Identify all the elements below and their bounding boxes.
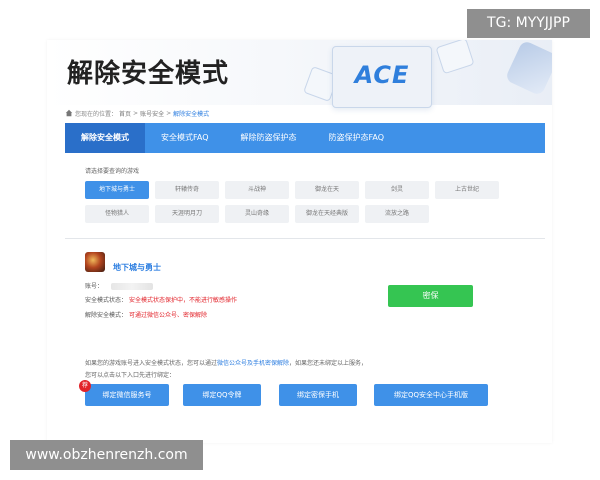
safe-mode-status-label: 安全模式状态：	[85, 297, 128, 304]
game-option-dnf[interactable]: 地下城与勇士	[85, 181, 149, 199]
bind-notice-line-2: 您可以点击以下入口先进行绑定：	[85, 372, 176, 379]
section-divider	[65, 238, 545, 239]
unlock-method-label: 解除安全模式：	[85, 312, 128, 319]
breadcrumb-section-link[interactable]: 账号安全	[140, 109, 164, 118]
decorative-tile	[435, 40, 475, 75]
mibao-unlock-button[interactable]: 密保	[388, 285, 473, 307]
bind-qq-app-button[interactable]: 绑定QQ安全中心手机版	[374, 384, 488, 406]
safe-mode-status-value: 安全模式状态保护中，不能进行敏感操作	[128, 297, 237, 304]
breadcrumb: 您现在的位置： 首页 > 账号安全 > 解除安全模式	[65, 106, 209, 120]
breadcrumb-prefix: 您现在的位置：	[75, 110, 118, 118]
unlock-method-row: 解除安全模式： 可通过微信公众号、密保解除	[85, 310, 207, 319]
game-option[interactable]: 灵山奇缘	[225, 205, 289, 223]
game-option[interactable]: 御龙在天	[295, 181, 359, 199]
tab-unlock-safe-mode[interactable]: 解除安全模式	[65, 123, 145, 153]
game-option[interactable]: 怪物猎人	[85, 205, 149, 223]
notice-highlight-link[interactable]: 微信公众号及手机密保解除	[217, 360, 289, 367]
page-header: 解除安全模式 ACE	[47, 40, 552, 108]
account-label: 账号：	[85, 283, 104, 290]
game-option[interactable]: 流放之路	[365, 205, 429, 223]
game-option[interactable]: 天涯明月刀	[155, 205, 219, 223]
tab-antitheft-faq[interactable]: 防盗保护态FAQ	[313, 123, 401, 153]
ace-logo-text: ACE	[354, 61, 410, 89]
bind-notice-line-1: 如果您的游戏账号进入安全模式状态，您可以通过微信公众号及手机密保解除，如果您还未…	[85, 358, 367, 367]
security-page: 解除安全模式 ACE 您现在的位置： 首页 > 账号安全 > 解除安全模式 解除…	[47, 40, 552, 443]
safe-mode-status-row: 安全模式状态： 安全模式状态保护中，不能进行敏感操作	[85, 295, 237, 304]
recommend-badge: 荐	[79, 380, 91, 392]
game-option[interactable]: 御龙在天经典版	[295, 205, 359, 223]
game-option[interactable]: 轩辕传奇	[155, 181, 219, 199]
selected-game-name: 地下城与勇士	[113, 263, 161, 272]
unlock-method-value: 可通过微信公众号、密保解除	[128, 312, 207, 319]
game-option[interactable]: 斗战神	[225, 181, 289, 199]
game-select-grid: 地下城与勇士 轩辕传奇 斗战神 御龙在天 剑灵 上古世纪 怪物猎人 天涯明月刀 …	[85, 181, 533, 223]
tab-bar: 解除安全模式 安全模式FAQ 解除防盗保护态 防盗保护态FAQ	[65, 123, 545, 153]
bind-wechat-button[interactable]: 绑定微信服务号	[85, 384, 169, 406]
breadcrumb-current: 解除安全模式	[173, 110, 210, 118]
site-watermark: www.obzhenrenzh.com	[10, 440, 203, 470]
decorative-crystal	[504, 40, 552, 97]
ace-logo: ACE	[332, 46, 432, 108]
game-avatar	[85, 252, 105, 272]
home-icon	[65, 109, 73, 117]
page-title: 解除安全模式	[67, 59, 230, 89]
notice-text: ，如果您还未绑定以上服务，	[289, 360, 368, 367]
account-row: 账号：	[85, 281, 153, 290]
tab-safe-mode-faq[interactable]: 安全模式FAQ	[145, 123, 225, 153]
tab-unlock-antitheft[interactable]: 解除防盗保护态	[225, 123, 313, 153]
notice-text: 如果您的游戏账号进入安全模式状态，您可以通过	[85, 360, 218, 367]
breadcrumb-separator: >	[166, 109, 172, 117]
breadcrumb-separator: >	[133, 109, 139, 117]
game-option[interactable]: 剑灵	[365, 181, 429, 199]
bind-qq-token-button[interactable]: 绑定QQ令牌	[183, 384, 261, 406]
breadcrumb-home-link[interactable]: 首页	[119, 109, 131, 118]
account-value-masked	[110, 283, 153, 290]
game-option[interactable]: 上古世纪	[435, 181, 499, 199]
game-select-prompt: 请选择要查询的游戏	[85, 168, 140, 175]
tg-watermark: TG: MYYJJPP	[467, 9, 590, 38]
bind-phone-button[interactable]: 绑定密保手机	[279, 384, 357, 406]
